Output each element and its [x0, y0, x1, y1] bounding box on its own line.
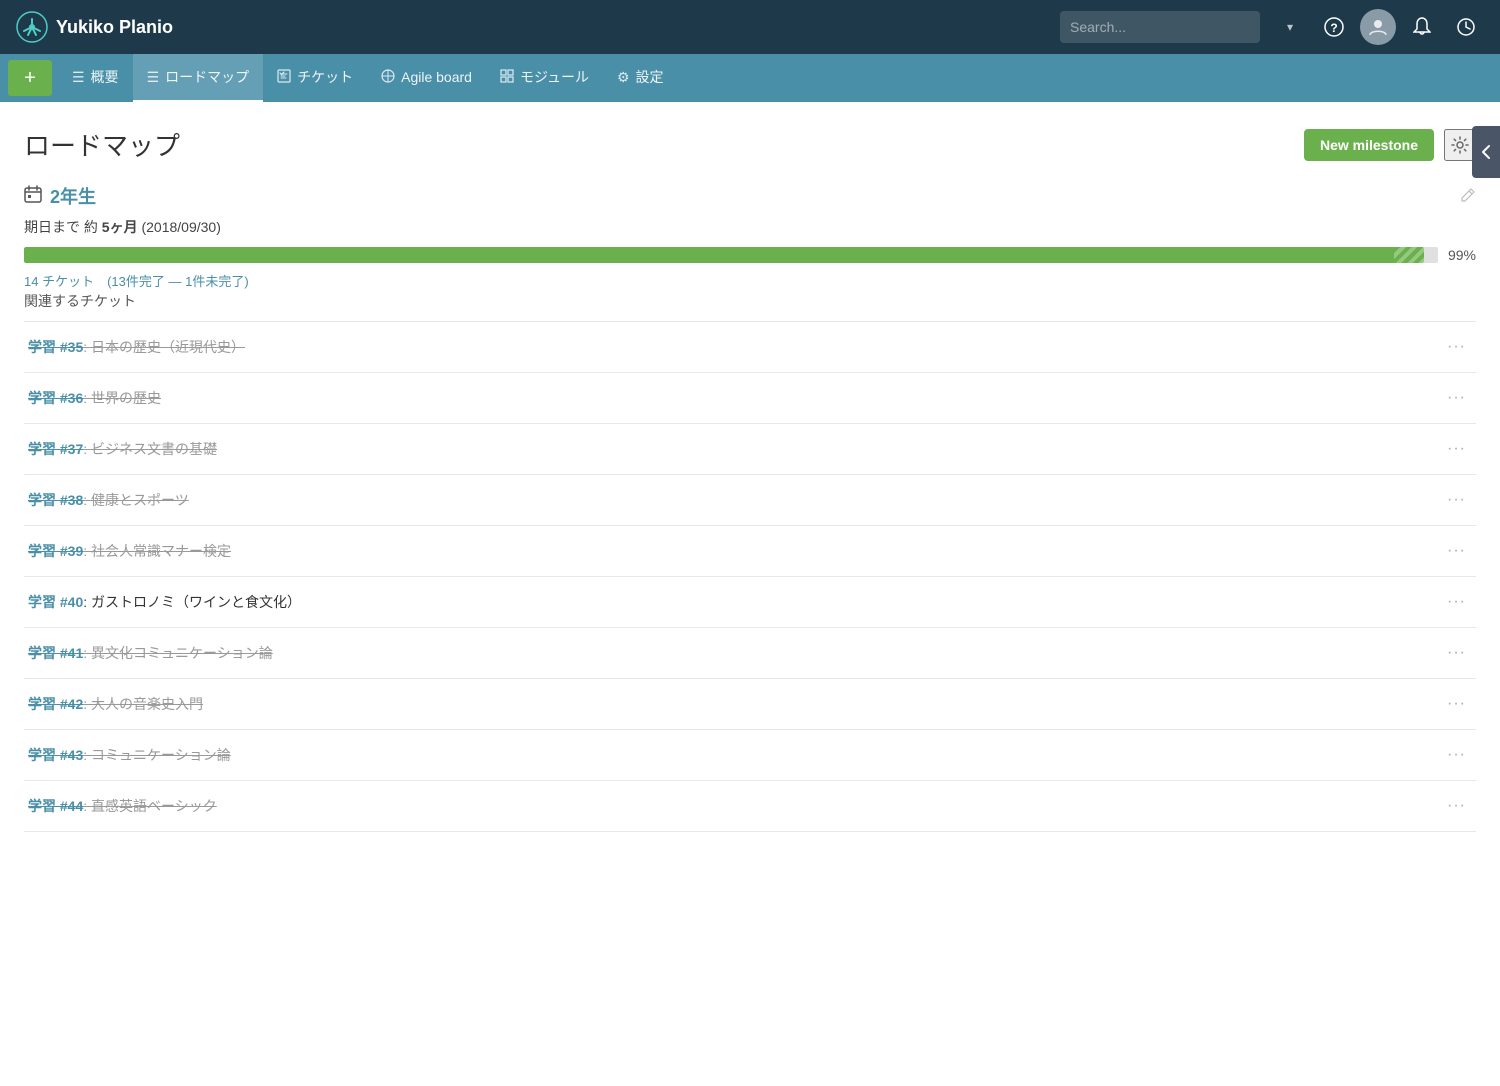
- new-milestone-button[interactable]: New milestone: [1304, 129, 1434, 161]
- ticket-link[interactable]: 学習 #38: 健康とスポーツ: [28, 490, 189, 510]
- ticket-more-button[interactable]: ···: [1441, 540, 1472, 562]
- progress-bar: [24, 247, 1438, 263]
- nav-overview-label: 概要: [91, 67, 119, 87]
- dropdown-button[interactable]: ▾: [1272, 9, 1308, 45]
- settings-nav-icon: ⚙: [617, 69, 630, 86]
- notification-button[interactable]: [1404, 9, 1440, 45]
- nav-agile[interactable]: Agile board: [367, 54, 486, 102]
- ticket-link[interactable]: 学習 #44: 直感英語ベーシック: [28, 796, 217, 816]
- ticket-item: 学習 #37: ビジネス文書の基礎 ···: [24, 424, 1476, 475]
- ticket-link[interactable]: 学習 #42: 大人の音楽史入門: [28, 694, 203, 714]
- progress-stripe: [1394, 247, 1424, 263]
- ticket-more-button[interactable]: ···: [1441, 489, 1472, 511]
- ticket-item: 学習 #36: 世界の歴史 ···: [24, 373, 1476, 424]
- ticket-more-button[interactable]: ···: [1441, 387, 1472, 409]
- milestone-header: 2年生: [24, 183, 1476, 209]
- logo-icon: [16, 11, 48, 43]
- overview-icon: ☰: [72, 69, 85, 86]
- milestone-due: 期日まで 約 5ヶ月 (2018/09/30): [24, 217, 1476, 237]
- edit-icon[interactable]: [1460, 187, 1476, 206]
- page-header: ロードマップ New milestone: [24, 126, 1476, 163]
- calendar-icon: [24, 185, 42, 208]
- svg-text:?: ?: [1330, 21, 1337, 35]
- search-input[interactable]: [1060, 11, 1260, 43]
- sub-nav: + ☰ 概要 ☰ ロードマップ チケット Agile board: [0, 54, 1500, 102]
- ticket-more-button[interactable]: ···: [1441, 693, 1472, 715]
- main-content: ロードマップ New milestone: [0, 102, 1500, 1086]
- top-nav: Yukiko Planio ▾ ?: [0, 0, 1500, 54]
- ticket-item: 学習 #42: 大人の音楽史入門 ···: [24, 679, 1476, 730]
- nav-overview[interactable]: ☰ 概要: [58, 54, 133, 102]
- progress-label: 99%: [1448, 247, 1476, 263]
- user-avatar[interactable]: [1360, 9, 1396, 45]
- ticket-link[interactable]: 学習 #36: 世界の歴史: [28, 388, 161, 408]
- milestone-section: 2年生 期日まで 約 5ヶ月 (2018/09/30) 99%: [24, 183, 1476, 832]
- ticket-more-button[interactable]: ···: [1441, 438, 1472, 460]
- clock-icon: [1456, 17, 1476, 37]
- bell-icon: [1413, 17, 1431, 37]
- tickets-icon: [277, 69, 291, 86]
- ticket-item: 学習 #44: 直感英語ベーシック ···: [24, 781, 1476, 832]
- ticket-summary[interactable]: 14 チケット (13件完了 — 1件未完了): [24, 274, 249, 289]
- logo-area: Yukiko Planio: [16, 11, 173, 43]
- help-icon: ?: [1324, 17, 1344, 37]
- ticket-more-button[interactable]: ···: [1441, 795, 1472, 817]
- ticket-link[interactable]: 学習 #37: ビジネス文書の基礎: [28, 439, 217, 459]
- nav-icons: ▾ ?: [1272, 9, 1484, 45]
- ticket-link[interactable]: 学習 #41: 異文化コミュニケーション論: [28, 643, 273, 663]
- modules-icon: [500, 69, 514, 86]
- ticket-more-button[interactable]: ···: [1441, 744, 1472, 766]
- ticket-link[interactable]: 学習 #39: 社会人常識マナー検定: [28, 541, 231, 561]
- page-title: ロードマップ: [24, 126, 180, 163]
- nav-modules-label: モジュール: [520, 67, 589, 87]
- clock-button[interactable]: [1448, 9, 1484, 45]
- nav-roadmap[interactable]: ☰ ロードマップ: [133, 54, 264, 102]
- nav-agile-label: Agile board: [401, 69, 472, 85]
- roadmap-icon: ☰: [147, 69, 160, 86]
- nav-settings-label: 設定: [636, 67, 664, 87]
- progress-container: 99%: [24, 247, 1476, 263]
- ticket-list: 学習 #35: 日本の歴史（近現代史）···学習 #36: 世界の歴史···学習…: [24, 321, 1476, 832]
- user-icon: [1368, 17, 1388, 37]
- agile-icon: [381, 69, 395, 86]
- ticket-link[interactable]: 学習 #35: 日本の歴史（近現代史）: [28, 337, 245, 357]
- app-title: Yukiko Planio: [56, 17, 173, 38]
- ticket-item: 学習 #40: ガストロノミ（ワインと食文化） ···: [24, 577, 1476, 628]
- progress-bar-fill: [24, 247, 1424, 263]
- related-tickets-label: 関連するチケット: [24, 291, 1476, 311]
- ticket-more-button[interactable]: ···: [1441, 336, 1472, 358]
- ticket-item: 学習 #38: 健康とスポーツ ···: [24, 475, 1476, 526]
- nav-tickets-label: チケット: [297, 67, 353, 87]
- ticket-more-button[interactable]: ···: [1441, 591, 1472, 613]
- add-button[interactable]: +: [8, 60, 52, 96]
- side-panel-toggle[interactable]: [1472, 126, 1500, 178]
- milestone-title-row: 2年生: [24, 183, 96, 209]
- ticket-link[interactable]: 学習 #40: ガストロノミ（ワインと食文化）: [28, 592, 301, 612]
- ticket-more-button[interactable]: ···: [1441, 642, 1472, 664]
- nav-roadmap-label: ロードマップ: [165, 67, 249, 87]
- ticket-item: 学習 #35: 日本の歴史（近現代史） ···: [24, 322, 1476, 373]
- ticket-item: 学習 #41: 異文化コミュニケーション論 ···: [24, 628, 1476, 679]
- nav-settings[interactable]: ⚙ 設定: [603, 54, 678, 102]
- nav-modules[interactable]: モジュール: [486, 54, 603, 102]
- chevron-left-icon: [1481, 144, 1491, 160]
- page-actions: New milestone: [1304, 129, 1476, 161]
- help-button[interactable]: ?: [1316, 9, 1352, 45]
- ticket-item: 学習 #39: 社会人常識マナー検定 ···: [24, 526, 1476, 577]
- ticket-link[interactable]: 学習 #43: コミュニケーション論: [28, 745, 231, 765]
- milestone-name[interactable]: 2年生: [50, 183, 96, 209]
- ticket-item: 学習 #43: コミュニケーション論 ···: [24, 730, 1476, 781]
- nav-tickets[interactable]: チケット: [263, 54, 367, 102]
- gear-icon: [1451, 136, 1469, 154]
